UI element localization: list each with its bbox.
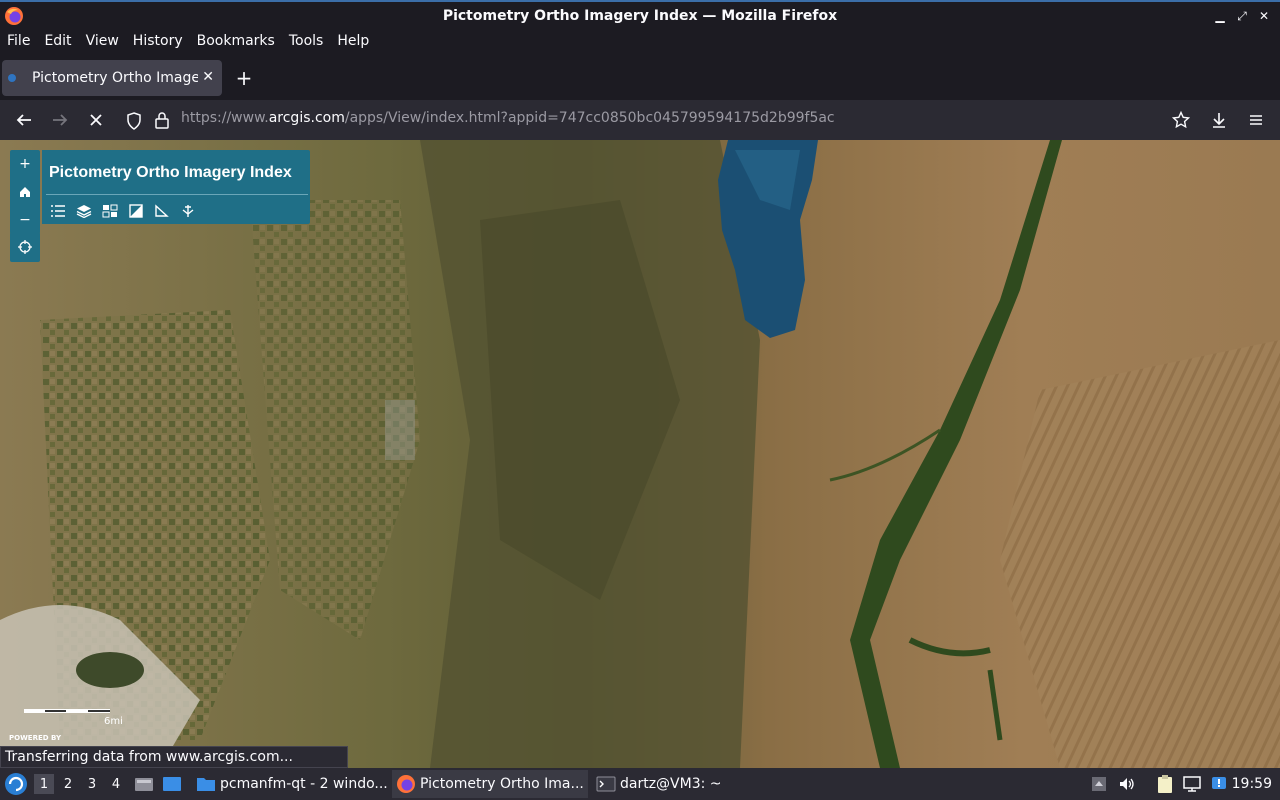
minimize-icon[interactable]: ▁ [1212, 7, 1228, 25]
shield-icon[interactable] [126, 112, 142, 130]
tab-bar: Pictometry Ortho Imagery Index ✕ + [0, 52, 1280, 100]
workspace-3[interactable]: 3 [82, 774, 102, 794]
window-title: Pictometry Ortho Imagery Index — Mozilla… [442, 8, 838, 24]
tray-arrow-icon [1092, 777, 1106, 791]
list-icon[interactable] [48, 202, 68, 220]
menu-history[interactable]: History [126, 30, 190, 52]
powered-by-esri[interactable]: POWERED BY [9, 734, 61, 742]
home-button[interactable] [10, 178, 40, 206]
panel-toolbar [48, 202, 198, 220]
downloads-button[interactable] [1207, 108, 1231, 132]
satellite-imagery[interactable] [0, 140, 1280, 768]
menu-file[interactable]: File [0, 30, 37, 52]
tab-label: Pictometry Ortho Imagery Index [32, 70, 198, 86]
task-terminal[interactable]: dartz@VM3: ~ [592, 770, 732, 798]
bookmark-star-icon[interactable] [1172, 111, 1190, 129]
layers-icon[interactable] [74, 202, 94, 220]
url-text[interactable]: https://www.arcgis.com/apps/View/index.h… [181, 110, 835, 126]
distro-logo-icon [5, 773, 27, 795]
url-bar[interactable]: https://www.arcgis.com/apps/View/index.h… [120, 105, 1200, 135]
loading-favicon-icon [8, 74, 16, 82]
stop-button[interactable] [84, 108, 108, 132]
task-label: Pictometry Ortho Ima... [420, 776, 584, 792]
workspace-1[interactable]: 1 [34, 774, 54, 794]
start-menu-button[interactable] [4, 768, 28, 800]
basemap-gallery-icon[interactable] [100, 202, 120, 220]
notification-icon [1212, 777, 1226, 789]
menu-edit[interactable]: Edit [37, 30, 78, 52]
tray-updates[interactable] [1090, 768, 1108, 800]
menu-bookmarks[interactable]: Bookmarks [190, 30, 282, 52]
zoom-controls: + − [10, 150, 40, 234]
workspace-2[interactable]: 2 [58, 774, 78, 794]
restore-icon[interactable]: ⤢ [1234, 7, 1250, 25]
zoom-in-button[interactable]: + [10, 150, 40, 178]
stop-x-icon [90, 114, 102, 126]
print-icon[interactable] [126, 202, 146, 220]
app-header-panel: Pictometry Ortho Imagery Index [42, 150, 310, 224]
panel-divider [46, 194, 308, 195]
clipboard-icon [1158, 775, 1172, 793]
workspace-4[interactable]: 4 [106, 774, 126, 794]
menu-bar: File Edit View History Bookmarks Tools H… [0, 30, 1280, 52]
home-icon [20, 187, 30, 197]
desktop-launcher[interactable] [162, 768, 182, 800]
navigation-bar: https://www.arcgis.com/apps/View/index.h… [0, 100, 1280, 140]
download-icon [1213, 113, 1225, 128]
measure-icon[interactable] [152, 202, 172, 220]
back-arrow-icon [16, 114, 31, 126]
locate-button[interactable] [10, 232, 40, 262]
map-view[interactable]: + − Pictometry Ortho Imagery Index 6mi P… [0, 140, 1280, 768]
menu-tools[interactable]: Tools [282, 30, 331, 52]
task-pcmanfm[interactable]: pcmanfm-qt - 2 windo... [192, 770, 388, 798]
status-bar: Transferring data from www.arcgis.com... [0, 746, 348, 768]
zoom-out-button[interactable]: − [10, 206, 40, 234]
crosshair-icon [18, 240, 32, 254]
tray-clipboard[interactable] [1156, 768, 1174, 800]
forward-arrow-icon [53, 114, 68, 126]
app-menu-button[interactable] [1244, 108, 1268, 132]
lock-icon[interactable] [154, 111, 170, 129]
close-icon[interactable]: ✕ [1256, 7, 1272, 25]
file-manager-launcher[interactable] [134, 768, 154, 800]
tray-notifications[interactable] [1210, 768, 1228, 800]
tray-network[interactable] [1182, 768, 1202, 800]
firefox-icon [397, 775, 415, 793]
scale-label: 6mi [104, 716, 123, 727]
tab-pictometry[interactable]: Pictometry Ortho Imagery Index ✕ [2, 60, 222, 96]
share-icon[interactable] [178, 202, 198, 220]
back-button[interactable] [12, 108, 36, 132]
terminal-icon [596, 776, 616, 792]
forward-button[interactable] [48, 108, 72, 132]
network-icon [1183, 776, 1201, 792]
hamburger-menu-icon [1250, 115, 1262, 125]
tray-volume[interactable] [1118, 768, 1136, 800]
desktop-icon [163, 777, 181, 791]
drive-icon [135, 778, 153, 791]
menu-help[interactable]: Help [330, 30, 376, 52]
window-titlebar: Pictometry Ortho Imagery Index — Mozilla… [0, 0, 1280, 30]
volume-icon [1120, 778, 1134, 790]
folder-icon [197, 778, 215, 791]
task-firefox[interactable]: Pictometry Ortho Ima... [392, 770, 588, 798]
scale-bar [24, 709, 110, 713]
clock[interactable]: 19:59 [1232, 776, 1272, 792]
task-label: dartz@VM3: ~ [620, 776, 722, 792]
menu-view[interactable]: View [79, 30, 126, 52]
taskbar: 1 2 3 4 pcmanfm-qt - 2 windo... Pictomet… [0, 768, 1280, 800]
new-tab-button[interactable]: + [234, 66, 254, 90]
app-title: Pictometry Ortho Imagery Index [49, 164, 292, 181]
tab-close-icon[interactable]: ✕ [202, 69, 214, 85]
task-label: pcmanfm-qt - 2 windo... [220, 776, 388, 792]
